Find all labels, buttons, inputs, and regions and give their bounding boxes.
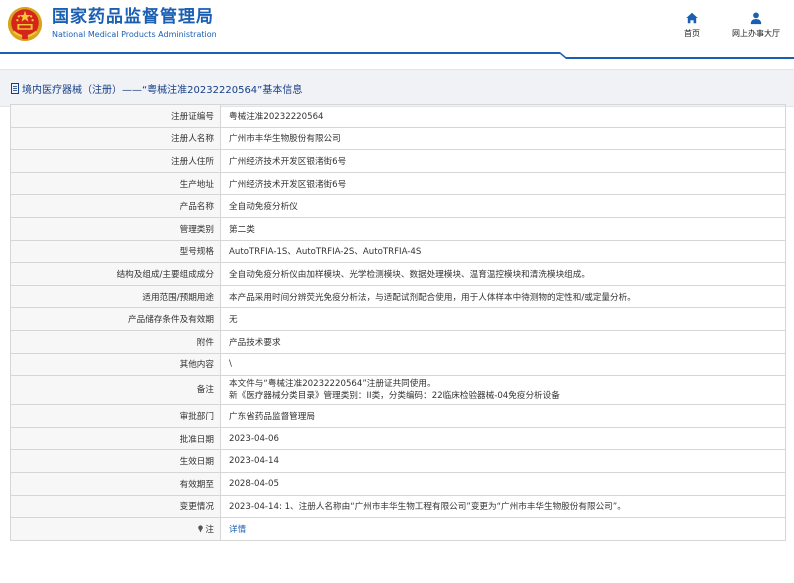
field-value: 全自动免疫分析仪 bbox=[220, 194, 786, 218]
site-name-cn: 国家药品监督管理局 bbox=[52, 7, 214, 27]
table-row: 附件 产品技术要求 bbox=[10, 329, 786, 354]
table-row: 其他内容 \ bbox=[10, 352, 786, 377]
table-row: 生效日期 2023-04-14 bbox=[10, 449, 786, 473]
registration-detail-table: 注册证编号 粤械注准20232220564 注册人名称 广州市丰华生物股份有限公… bbox=[10, 104, 786, 541]
field-value: 本文件与“粤械注准20232220564”注册证共同使用。 新《医疗器械分类目录… bbox=[220, 375, 786, 406]
table-row: 产品名称 全自动免疫分析仪 bbox=[10, 194, 786, 218]
site-brand[interactable]: 国家药品监督管理局 National Medical Products Admi… bbox=[6, 5, 217, 43]
field-value: 产品技术要求 bbox=[220, 329, 786, 354]
field-label: 备注 bbox=[10, 375, 221, 406]
field-label: 注册人名称 bbox=[10, 126, 221, 151]
field-value: 详情 bbox=[220, 517, 786, 541]
field-value: 广州市丰华生物股份有限公司 bbox=[220, 126, 786, 151]
field-value: 2023-04-14 bbox=[220, 449, 786, 473]
table-row: 审批部门 广东省药品监督管理局 bbox=[10, 404, 786, 428]
field-label: 管理类别 bbox=[10, 216, 221, 241]
nav-home[interactable]: 首页 bbox=[684, 11, 700, 39]
table-row: 型号规格 AutoTRFIA-1S、AutoTRFIA-2S、AutoTRFIA… bbox=[10, 239, 786, 264]
header-nav: 首页 网上办事大厅 bbox=[684, 11, 780, 39]
table-row: 注册证编号 粤械注准20232220564 bbox=[10, 104, 786, 128]
national-emblem-icon bbox=[7, 6, 43, 42]
field-value: 2028-04-05 bbox=[220, 471, 786, 496]
field-label: 适用范围/预期用途 bbox=[10, 284, 221, 309]
field-label: 附件 bbox=[10, 329, 221, 354]
field-value: 粤械注准20232220564 bbox=[220, 104, 786, 128]
document-icon bbox=[11, 82, 19, 94]
field-label: 产品储存条件及有效期 bbox=[10, 307, 221, 331]
site-header: 国家药品监督管理局 National Medical Products Admi… bbox=[0, 0, 794, 48]
table-row: 备注 本文件与“粤械注准20232220564”注册证共同使用。 新《医疗器械分… bbox=[10, 375, 786, 406]
note-label: 注 bbox=[10, 517, 221, 541]
remark-line-1: 本文件与“粤械注准20232220564”注册证共同使用。 bbox=[229, 379, 436, 390]
header-divider bbox=[0, 52, 794, 59]
field-value: 广东省药品监督管理局 bbox=[220, 404, 786, 428]
table-row: 生产地址 广州经济技术开发区银渚街6号 bbox=[10, 171, 786, 196]
table-row: 管理类别 第二类 bbox=[10, 216, 786, 241]
field-label: 有效期至 bbox=[10, 471, 221, 496]
table-row: 适用范围/预期用途 本产品采用时间分辨荧光免疫分析法，与适配试剂配合使用，用于人… bbox=[10, 284, 786, 309]
table-row: 注册人住所 广州经济技术开发区银渚街6号 bbox=[10, 149, 786, 173]
table-row: 注 详情 bbox=[10, 517, 786, 541]
field-label: 生产地址 bbox=[10, 171, 221, 196]
field-label: 批准日期 bbox=[10, 426, 221, 451]
home-icon bbox=[686, 12, 698, 24]
field-value: \ bbox=[220, 352, 786, 377]
field-label: 注册人住所 bbox=[10, 149, 221, 173]
field-value: 本产品采用时间分辨荧光免疫分析法，与适配试剂配合使用，用于人体样本中待测物的定性… bbox=[220, 284, 786, 309]
site-name-en: National Medical Products Administration bbox=[52, 30, 217, 39]
table-row: 有效期至 2028-04-05 bbox=[10, 471, 786, 496]
nav-online-service-label: 网上办事大厅 bbox=[732, 29, 780, 38]
note-label-text: 注 bbox=[205, 524, 214, 535]
field-value: 广州经济技术开发区银渚街6号 bbox=[220, 149, 786, 173]
nav-online-service-hall[interactable]: 网上办事大厅 bbox=[732, 11, 780, 39]
table-row: 批准日期 2023-04-06 bbox=[10, 426, 786, 451]
user-icon bbox=[750, 12, 762, 25]
field-value: 2023-04-14: 1、注册人名称由“广州市丰华生物工程有限公司”变更为“广… bbox=[220, 494, 786, 519]
field-value: 第二类 bbox=[220, 216, 786, 241]
field-label: 注册证编号 bbox=[10, 104, 221, 128]
page-title-bar: 境内医疗器械（注册）——“粤械注准20232220564”基本信息 bbox=[0, 69, 794, 107]
details-link[interactable]: 详情 bbox=[229, 525, 246, 535]
field-value: 无 bbox=[220, 307, 786, 331]
field-label: 其他内容 bbox=[10, 352, 221, 377]
remark-line-2: 新《医疗器械分类目录》管理类别：II类，分类编码：22临床检验器械-04免疫分析… bbox=[229, 391, 560, 402]
page-title: 境内医疗器械（注册）——“粤械注准20232220564”基本信息 bbox=[22, 84, 303, 96]
field-label: 结构及组成/主要组成成分 bbox=[10, 262, 221, 286]
table-row: 变更情况 2023-04-14: 1、注册人名称由“广州市丰华生物工程有限公司”… bbox=[10, 494, 786, 519]
nav-home-label: 首页 bbox=[684, 29, 700, 38]
field-value: 全自动免疫分析仪由加样模块、光学检测模块、数据处理模块、温育温控模块和清洗模块组… bbox=[220, 262, 786, 286]
table-row: 产品储存条件及有效期 无 bbox=[10, 307, 786, 331]
pin-icon bbox=[198, 525, 204, 533]
field-label: 产品名称 bbox=[10, 194, 221, 218]
field-label: 生效日期 bbox=[10, 449, 221, 473]
field-label: 型号规格 bbox=[10, 239, 221, 264]
table-row: 结构及组成/主要组成成分 全自动免疫分析仪由加样模块、光学检测模块、数据处理模块… bbox=[10, 262, 786, 286]
field-label: 变更情况 bbox=[10, 494, 221, 519]
table-row: 注册人名称 广州市丰华生物股份有限公司 bbox=[10, 126, 786, 151]
field-value: AutoTRFIA-1S、AutoTRFIA-2S、AutoTRFIA-4S bbox=[220, 239, 786, 264]
field-label: 审批部门 bbox=[10, 404, 221, 428]
field-value: 广州经济技术开发区银渚街6号 bbox=[220, 171, 786, 196]
field-value: 2023-04-06 bbox=[220, 426, 786, 451]
